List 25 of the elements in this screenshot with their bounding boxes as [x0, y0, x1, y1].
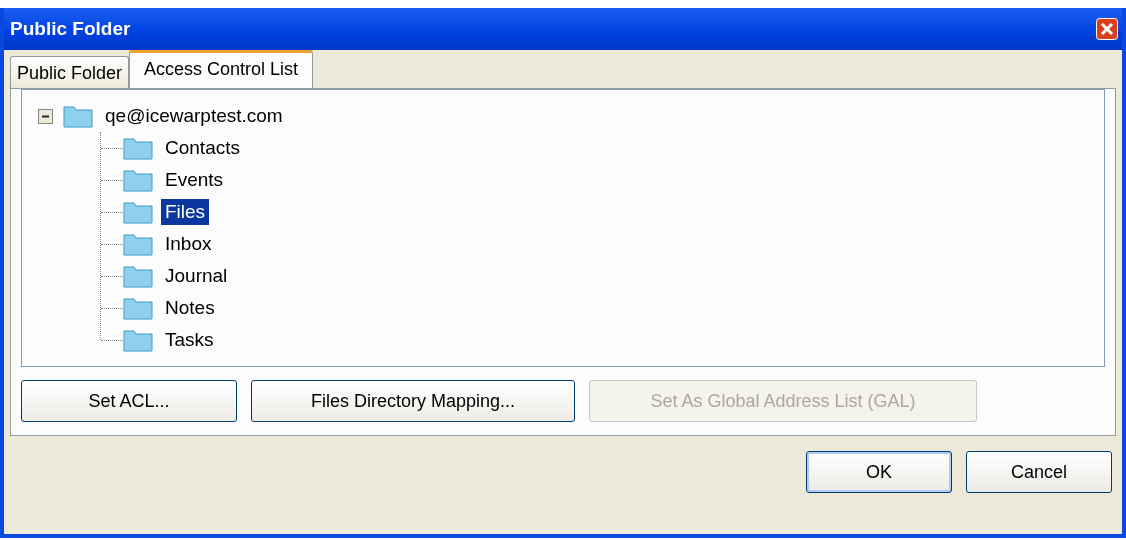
folder-icon: [123, 328, 153, 352]
folder-icon: [123, 168, 153, 192]
action-button[interactable]: Files Directory Mapping...: [251, 380, 575, 422]
window-title: Public Folder: [10, 18, 131, 40]
action-button[interactable]: Set ACL...: [21, 380, 237, 422]
tree-item[interactable]: Tasks: [161, 327, 218, 353]
tree-item[interactable]: qe@icewarptest.com: [101, 103, 287, 129]
collapse-icon[interactable]: [38, 108, 53, 124]
tab[interactable]: Access Control List: [129, 50, 314, 88]
folder-icon: [123, 200, 153, 224]
close-icon[interactable]: [1096, 18, 1118, 40]
tree-item[interactable]: Files: [161, 199, 210, 225]
folder-icon: [123, 232, 153, 256]
tree-item[interactable]: Notes: [161, 295, 219, 321]
tree-item[interactable]: Contacts: [161, 135, 244, 161]
tab[interactable]: Public Folder: [10, 56, 130, 88]
tree-item[interactable]: Inbox: [161, 231, 216, 257]
tree-item[interactable]: Events: [161, 167, 228, 193]
folder-icon: [123, 296, 153, 320]
folder-icon: [63, 104, 93, 128]
dialog-button[interactable]: OK: [806, 451, 952, 493]
dialog-button[interactable]: Cancel: [966, 451, 1112, 493]
folder-icon: [123, 264, 153, 288]
folder-icon: [123, 136, 153, 160]
tree-item[interactable]: Journal: [161, 263, 232, 289]
